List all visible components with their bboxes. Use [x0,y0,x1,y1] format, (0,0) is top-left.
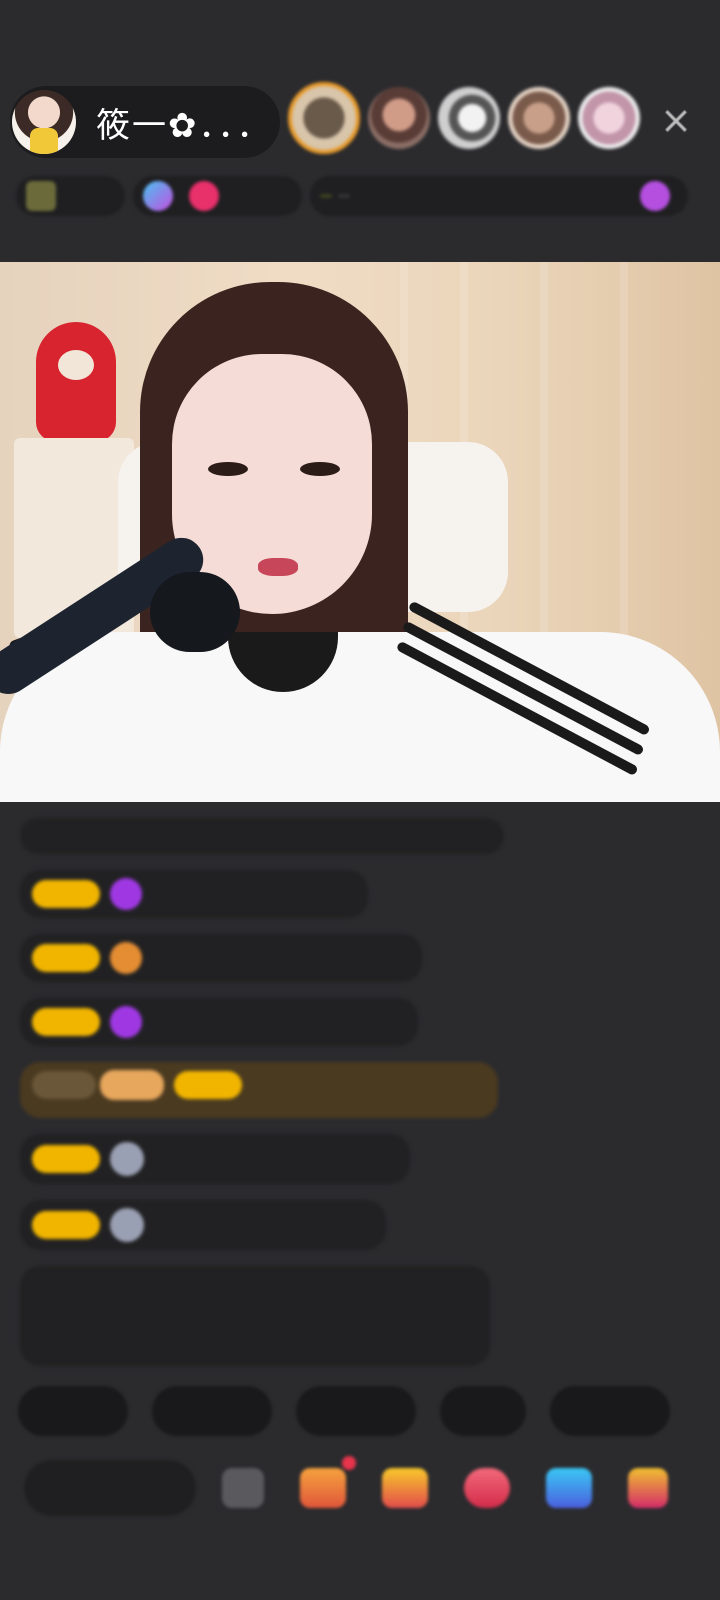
chat-message[interactable] [20,998,418,1046]
quick-reply-chip[interactable] [152,1386,272,1436]
viewer-avatar[interactable] [578,87,640,149]
level-badge [32,1008,100,1036]
stream-info-row [16,172,696,220]
level-badge [32,1145,100,1173]
close-icon[interactable]: × [656,100,696,140]
gem-icon [110,878,142,910]
orange-icon [110,942,142,974]
level-badge [32,944,100,972]
gold-banner [100,1070,164,1100]
viewer-avatar[interactable] [438,87,500,149]
treasure-icon[interactable] [382,1468,428,1508]
host-name: 筱一✿．．． [96,105,273,146]
chat-message[interactable] [20,934,422,982]
level-badge [32,880,100,908]
avatar-icon [110,1208,144,1242]
level-badge [32,1211,100,1239]
viewer-list[interactable] [288,82,648,154]
viewer-avatar[interactable] [508,87,570,149]
level-badge [174,1071,242,1099]
quick-reply-chip[interactable] [440,1386,526,1436]
heart-gift-icon[interactable] [464,1468,510,1508]
quick-reply-chip[interactable] [296,1386,416,1436]
tags-chip[interactable] [310,176,688,216]
chat-input[interactable] [24,1460,196,1516]
more-gift-icon[interactable] [628,1468,668,1508]
system-notice [20,818,504,854]
quick-replies [18,1386,694,1436]
plush-toy-image [36,322,116,442]
room-notice [20,1266,490,1366]
quick-reply-chip[interactable] [18,1386,128,1436]
rank-chip[interactable] [16,176,126,216]
live-video[interactable] [0,262,720,802]
gift-message[interactable] [20,1062,498,1118]
chat-message[interactable] [20,870,368,918]
host-avatar[interactable] [12,90,76,154]
game-icon[interactable] [546,1468,592,1508]
bottom-bar [24,1456,704,1520]
gift-box-icon[interactable] [300,1456,356,1508]
gem-icon [110,1006,142,1038]
emoji-icon[interactable] [222,1468,264,1508]
chat-message[interactable] [20,1200,386,1250]
chat-message[interactable] [20,1134,410,1184]
quick-reply-chip[interactable] [550,1386,670,1436]
viewer-avatar[interactable] [368,87,430,149]
notification-dot [342,1456,356,1470]
fans-chip[interactable] [133,176,303,216]
host-info[interactable]: 筱一✿．．． [10,86,280,158]
avatar-icon [110,1142,144,1176]
chat-list[interactable] [20,818,504,1386]
viewer-avatar[interactable] [288,82,360,154]
